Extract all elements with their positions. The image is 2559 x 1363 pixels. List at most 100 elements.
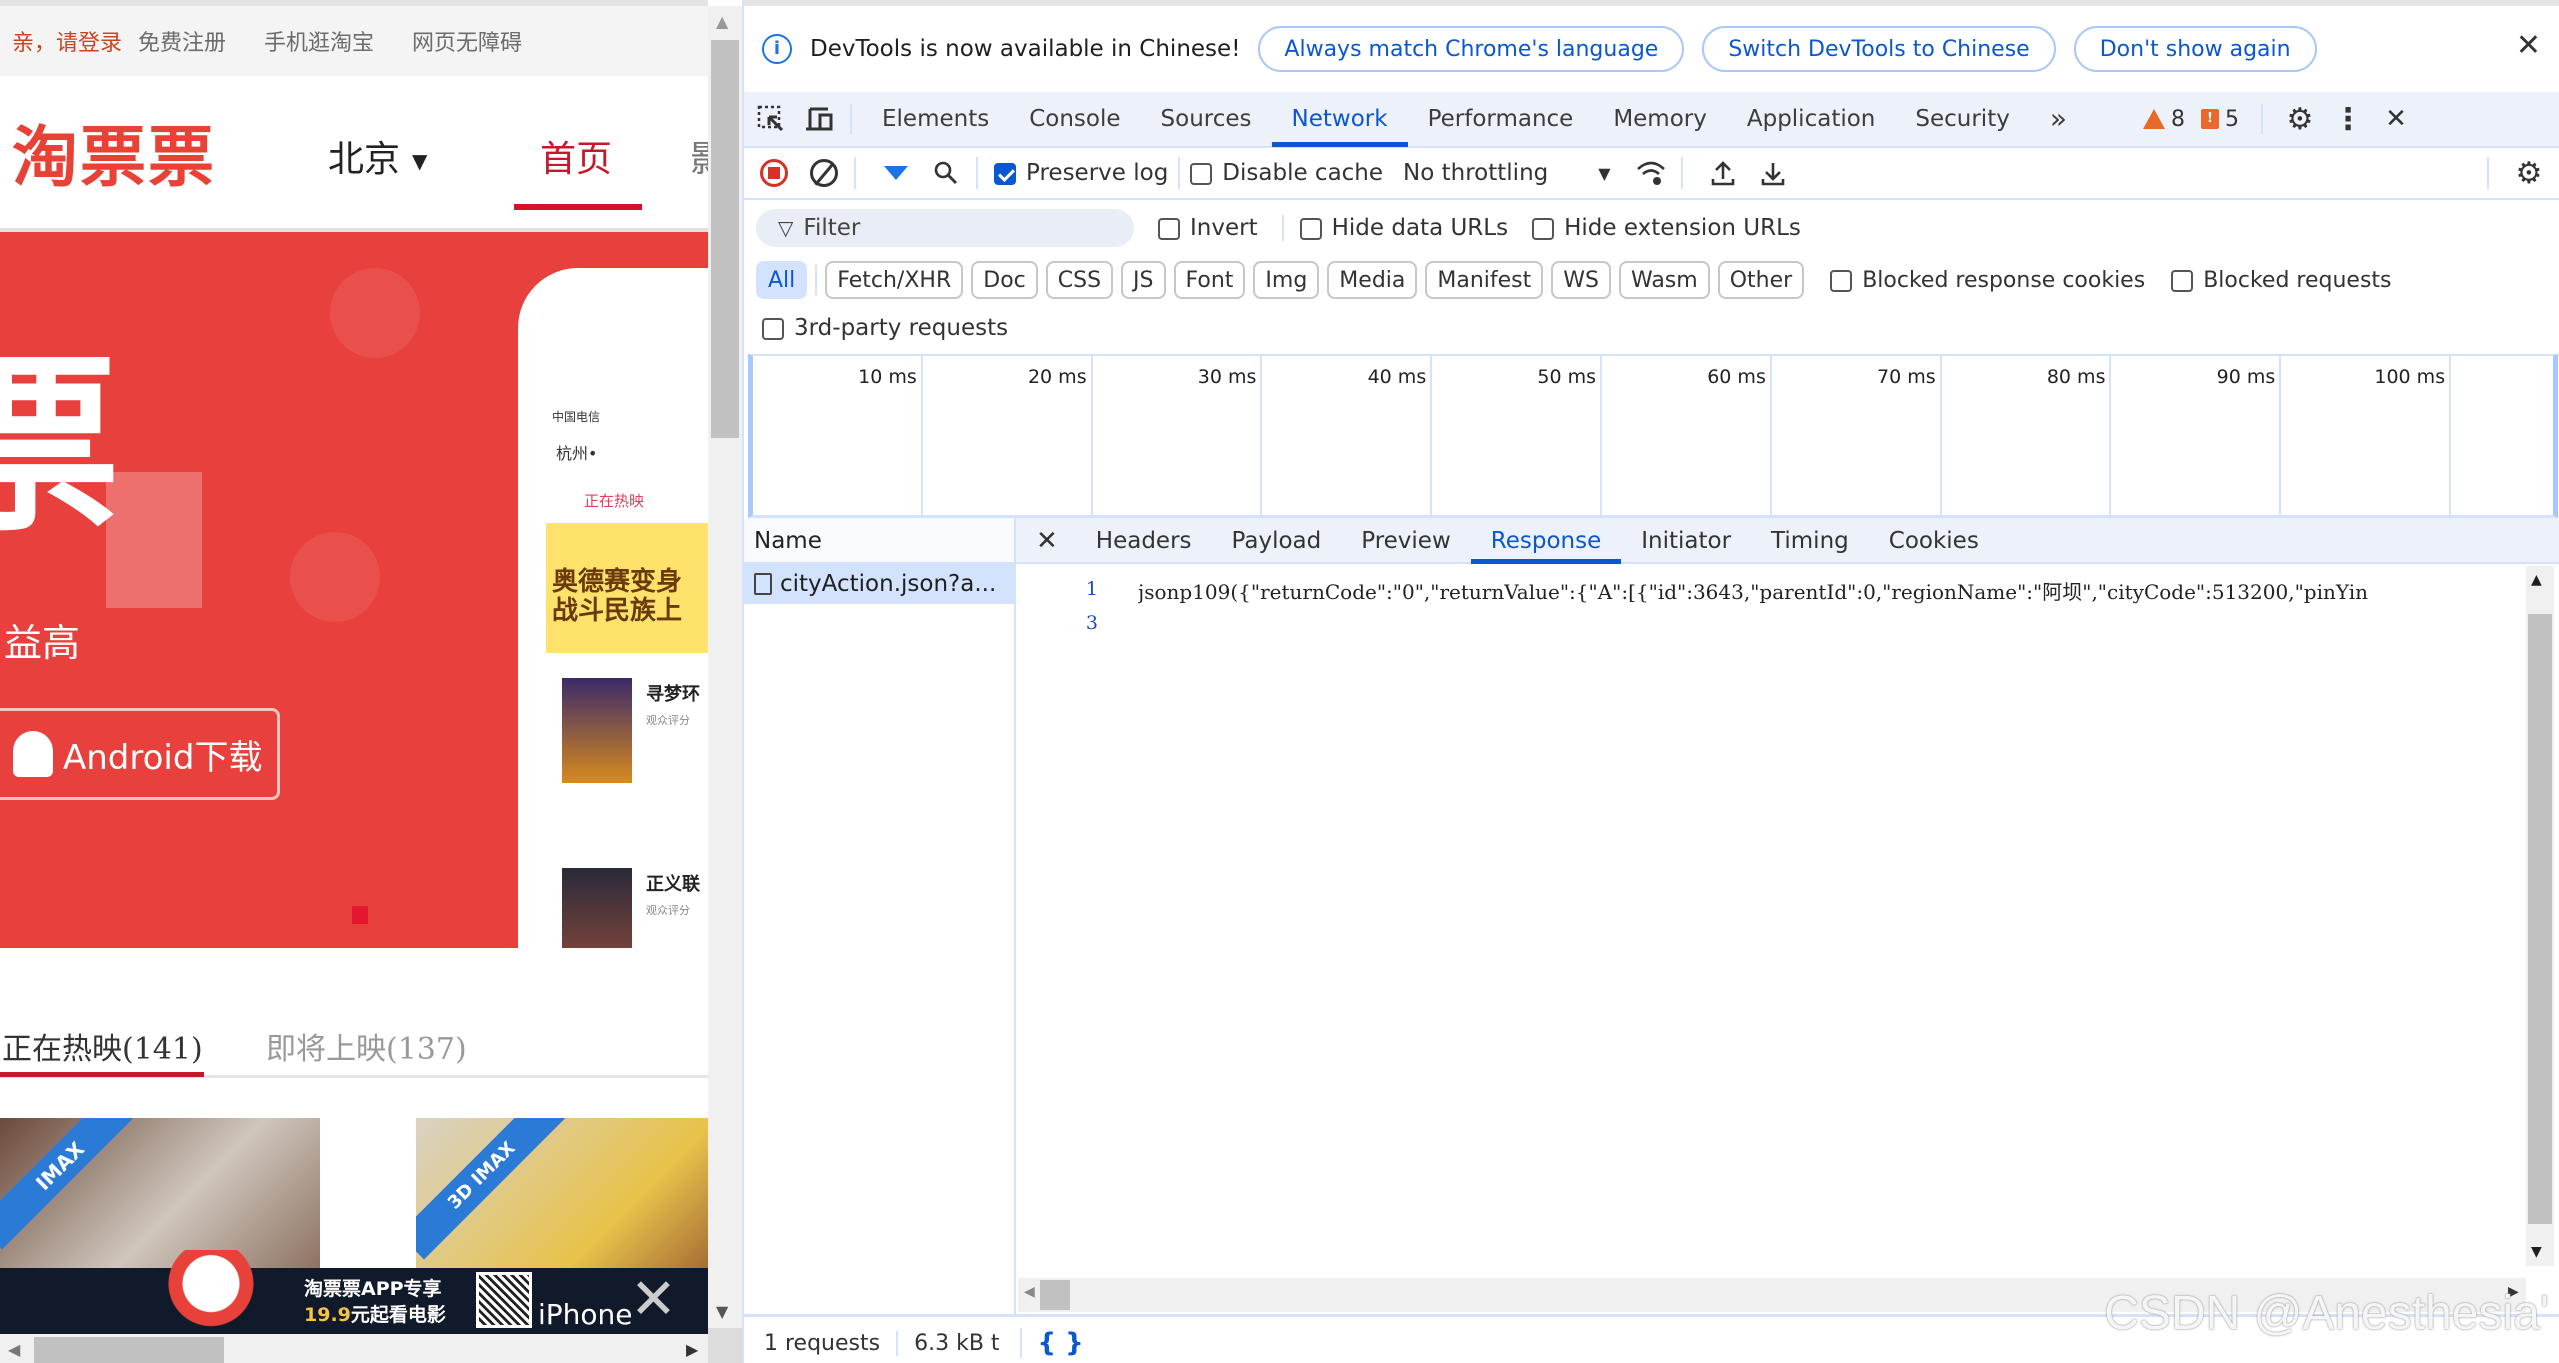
stop-recording-icon[interactable] [754,153,794,193]
scroll-left-icon[interactable]: ◀ [8,1340,20,1359]
checkbox[interactable] [1190,162,1213,185]
type-wasm[interactable]: Wasm [1618,261,1710,299]
scroll-down-icon[interactable]: ▼ [2531,1244,2542,1260]
switch-language-button[interactable]: Switch DevTools to Chinese [1702,26,2056,72]
blocked-requests-checkbox[interactable]: Blocked requests [2171,268,2392,293]
type-media[interactable]: Media [1327,261,1418,299]
gear-icon[interactable]: ⚙ [2279,98,2321,140]
close-detail-icon[interactable]: ✕ [1018,526,1076,556]
invert-checkbox[interactable]: Invert [1158,215,1258,241]
type-img[interactable]: Img [1253,261,1320,299]
inspect-element-icon[interactable] [750,98,792,140]
export-har-icon[interactable] [1753,153,1793,193]
network-conditions-icon[interactable] [1631,153,1671,193]
site-logo[interactable]: 淘票票 [12,104,216,200]
response-viewer[interactable]: 1 jsonp109({"returnCode":"0","returnValu… [1018,566,2528,1266]
network-settings-gear-icon[interactable]: ⚙ [2509,153,2549,193]
checkbox[interactable] [1158,217,1180,240]
app-promo-bar[interactable]: 淘票票APP专享 19.9元起看电影 iPhone ✕ [0,1250,708,1334]
tab-now-showing[interactable]: 正在热映(141) [2,1024,203,1068]
third-party-checkbox[interactable]: 3rd-party requests [762,315,1008,341]
checkbox[interactable] [2171,269,2194,292]
type-js[interactable]: JS [1121,261,1166,299]
accessibility-link[interactable]: 网页无障碍 [412,25,522,57]
tab-preview[interactable]: Preview [1341,518,1471,564]
filter-input[interactable]: ▽ Filter [756,209,1134,247]
hide-extension-urls-checkbox[interactable]: Hide extension URLs [1532,215,1801,241]
city-selector[interactable]: 北京 ▼ [328,130,427,182]
type-manifest[interactable]: Manifest [1425,261,1544,299]
checkbox[interactable] [762,317,784,340]
close-icon[interactable]: ✕ [2516,28,2541,63]
scroll-up-icon[interactable]: ▲ [2531,572,2542,588]
filter-icon[interactable] [876,153,916,193]
checkbox-checked[interactable] [994,162,1016,185]
throttling-select[interactable]: No throttling ▼ [1403,160,1611,186]
dont-show-again-button[interactable]: Don't show again [2073,26,2317,72]
type-font[interactable]: Font [1173,261,1246,299]
tab-coming-soon[interactable]: 即将上映(137) [266,1024,467,1068]
page-horizontal-scrollbar[interactable]: ◀ ▶ [0,1334,708,1363]
scroll-down-icon[interactable]: ▼ [716,1302,728,1321]
more-tabs-icon[interactable]: » [2030,91,2087,147]
match-language-button[interactable]: Always match Chrome's language [1258,26,1685,72]
tab-console[interactable]: Console [1009,91,1140,147]
tab-response[interactable]: Response [1470,518,1622,564]
scrollbar-thumb[interactable] [2528,614,2552,1224]
promo-banner[interactable]: 票 益高 Android下载 中国电信 杭州• 正在热映 奥德赛变身战斗民族上 … [0,228,708,948]
issues-counter[interactable]: ! 5 [2200,107,2239,132]
tab-payload[interactable]: Payload [1212,518,1342,564]
blocked-cookies-checkbox[interactable]: Blocked response cookies [1830,268,2145,293]
nav-home[interactable]: 首页 [540,130,612,182]
tab-timing[interactable]: Timing [1751,518,1869,564]
checkbox[interactable] [1830,269,1853,292]
tab-network[interactable]: Network [1271,91,1408,147]
tab-headers[interactable]: Headers [1076,518,1212,564]
type-css[interactable]: CSS [1045,261,1114,299]
import-har-icon[interactable] [1703,153,1743,193]
page-vertical-scrollbar[interactable]: ▲ ▼ [708,6,742,1328]
scrollbar-thumb[interactable] [1040,1280,1070,1310]
disable-cache-checkbox[interactable]: Disable cache [1190,160,1383,186]
warnings-counter[interactable]: 8 [2142,107,2185,132]
preserve-log-checkbox[interactable]: Preserve log [994,160,1168,186]
request-row[interactable]: cityAction.json?a... [744,564,1014,604]
type-all[interactable]: All [756,261,808,299]
scroll-right-icon[interactable]: ▶ [686,1340,698,1359]
carousel-indicator[interactable] [352,906,368,924]
device-toolbar-icon[interactable] [798,98,840,140]
type-fetch-xhr[interactable]: Fetch/XHR [825,261,964,299]
login-link[interactable]: 亲，请登录 [12,25,122,57]
scrollbar-thumb[interactable] [711,40,739,438]
checkbox[interactable] [1532,217,1555,240]
tab-sources[interactable]: Sources [1141,91,1272,147]
tab-initiator[interactable]: Initiator [1621,518,1751,564]
nav-movies[interactable]: 影 [690,130,708,182]
checkbox[interactable] [1299,217,1322,240]
scrollbar-thumb[interactable] [34,1337,224,1363]
type-other[interactable]: Other [1717,261,1805,299]
tab-elements[interactable]: Elements [862,91,1009,147]
pretty-print-icon[interactable]: { } [1019,1328,1084,1358]
name-column-header[interactable]: Name [744,518,1014,564]
android-download-button[interactable]: Android下载 [0,708,280,800]
more-options-icon[interactable]: ⋮ [2327,98,2369,140]
scroll-left-icon[interactable]: ◀ [1024,1284,1035,1300]
scroll-up-icon[interactable]: ▲ [716,12,728,31]
close-icon[interactable]: ✕ [630,1272,677,1328]
tab-security[interactable]: Security [1895,91,2029,147]
tab-memory[interactable]: Memory [1593,91,1727,147]
network-overview-timeline[interactable]: 10 ms 20 ms 30 ms 40 ms 50 ms 60 ms 70 ms 80 ms… [748,354,2558,518]
register-link[interactable]: 免费注册 [138,25,226,57]
clear-icon[interactable] [804,153,844,193]
tab-performance[interactable]: Performance [1408,91,1594,147]
type-doc[interactable]: Doc [971,261,1038,299]
response-vertical-scrollbar[interactable]: ▲ ▼ [2526,566,2554,1266]
search-icon[interactable] [926,153,966,193]
mobile-link[interactable]: 手机逛淘宝 [264,25,374,57]
close-devtools-icon[interactable]: ✕ [2375,98,2417,140]
hide-data-urls-checkbox[interactable]: Hide data URLs [1281,215,1508,241]
tab-application[interactable]: Application [1727,91,1896,147]
tab-cookies[interactable]: Cookies [1869,518,1999,564]
type-ws[interactable]: WS [1551,261,1611,299]
